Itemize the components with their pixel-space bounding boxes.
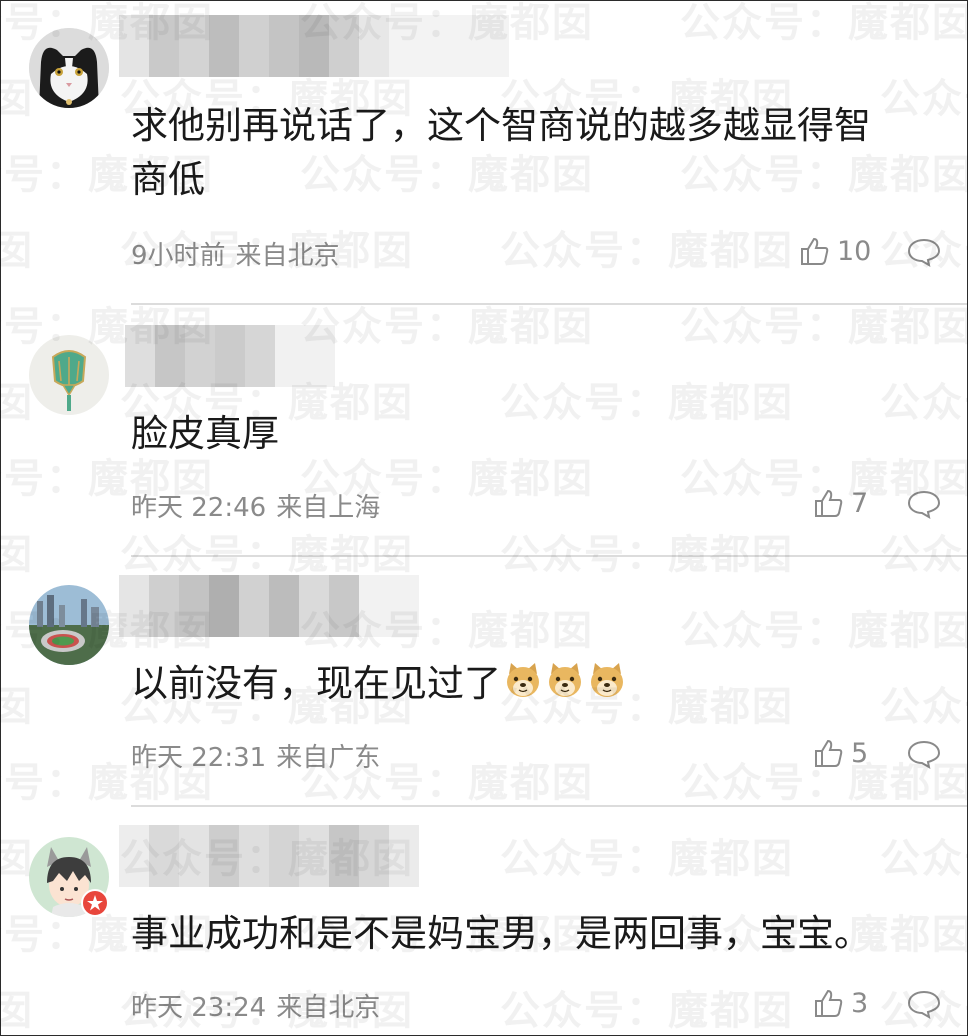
emoji-group (501, 662, 627, 705)
thumbs-up-icon (801, 237, 829, 265)
thumbs-up-icon (815, 739, 843, 767)
comment-meta: 9小时前 来自北京 (131, 235, 340, 272)
like-count: 10 (837, 235, 872, 267)
comment-location: 来自广东 (276, 743, 381, 773)
doge-emoji (507, 663, 539, 697)
comment-meta: 昨天 22:46 来自上海 (131, 487, 380, 524)
comment-bubble-icon[interactable] (907, 489, 941, 519)
comment-text: 脸皮真厚 (131, 407, 951, 461)
like-button[interactable]: 10 (799, 235, 871, 267)
comment-text-line: 以前没有，现在见过了 (131, 657, 951, 711)
comment-item: 事业成功和是不是妈宝男，是两回事，宝宝。 昨天 23:24 来自北京 3 (1, 809, 967, 1035)
comment-list: 求他别再说话了，这个智商说的越多越显得智 商低 9小时前 来自北京 10 脸皮真… (0, 0, 968, 1036)
comment-meta: 昨天 22:31 来自广东 (131, 737, 380, 774)
like-count: 5 (851, 737, 869, 769)
doge-emoji (549, 663, 581, 697)
stadium-avatar[interactable] (29, 585, 109, 665)
comment-text: 以前没有，现在见过了 (131, 657, 951, 711)
divider (131, 555, 967, 557)
horseshoe-crab-pin-avatar[interactable] (29, 335, 109, 415)
comment-time: 9小时前 (131, 241, 226, 271)
like-button[interactable]: 5 (813, 737, 868, 769)
comment-item: 脸皮真厚 昨天 22:46 来自上海 7 (1, 309, 967, 559)
comment-meta: 昨天 23:24 来自北京 (131, 987, 380, 1024)
like-count: 3 (851, 987, 869, 1019)
divider (131, 805, 967, 807)
comment-bubble-icon[interactable] (907, 989, 941, 1019)
username-blurred[interactable] (125, 325, 335, 387)
comment-time: 昨天 22:31 (131, 743, 267, 773)
comment-text-body: 以前没有，现在见过了 (131, 662, 501, 705)
comment-text: 事业成功和是不是妈宝男，是两回事，宝宝。 (131, 907, 951, 961)
comment-time: 昨天 23:24 (131, 993, 267, 1023)
username-blurred[interactable] (119, 15, 509, 77)
comment-text-line: 商低 (131, 158, 205, 201)
comment-text-line: 事业成功和是不是妈宝男，是两回事，宝宝。 (131, 912, 871, 955)
comment-item: 以前没有，现在见过了 昨天 22:31 来自广东 5 (1, 559, 967, 809)
doge-emoji (591, 663, 623, 697)
like-count: 7 (851, 487, 869, 519)
verified-badge-icon (81, 889, 109, 917)
username-blurred[interactable] (119, 825, 419, 887)
comment-bubble-icon[interactable] (907, 739, 941, 769)
comment-text-line: 求他别再说话了，这个智商说的越多越显得智 (131, 104, 871, 147)
comment-location: 来自上海 (276, 493, 381, 523)
cat-avatar[interactable] (29, 28, 109, 108)
comment-time: 昨天 22:46 (131, 493, 267, 523)
comment-location: 来自北京 (235, 241, 340, 271)
comment-bubble-icon[interactable] (907, 237, 941, 267)
comment-item: 求他别再说话了，这个智商说的越多越显得智 商低 9小时前 来自北京 10 (1, 1, 967, 305)
comment-text: 求他别再说话了，这个智商说的越多越显得智 商低 (131, 99, 951, 207)
like-button[interactable]: 3 (813, 987, 868, 1019)
thumbs-up-icon (815, 989, 843, 1017)
comment-text-line: 脸皮真厚 (131, 412, 279, 455)
thumbs-up-icon (815, 489, 843, 517)
comment-location: 来自北京 (276, 993, 381, 1023)
divider (131, 303, 967, 305)
like-button[interactable]: 7 (813, 487, 868, 519)
username-blurred[interactable] (119, 575, 419, 637)
